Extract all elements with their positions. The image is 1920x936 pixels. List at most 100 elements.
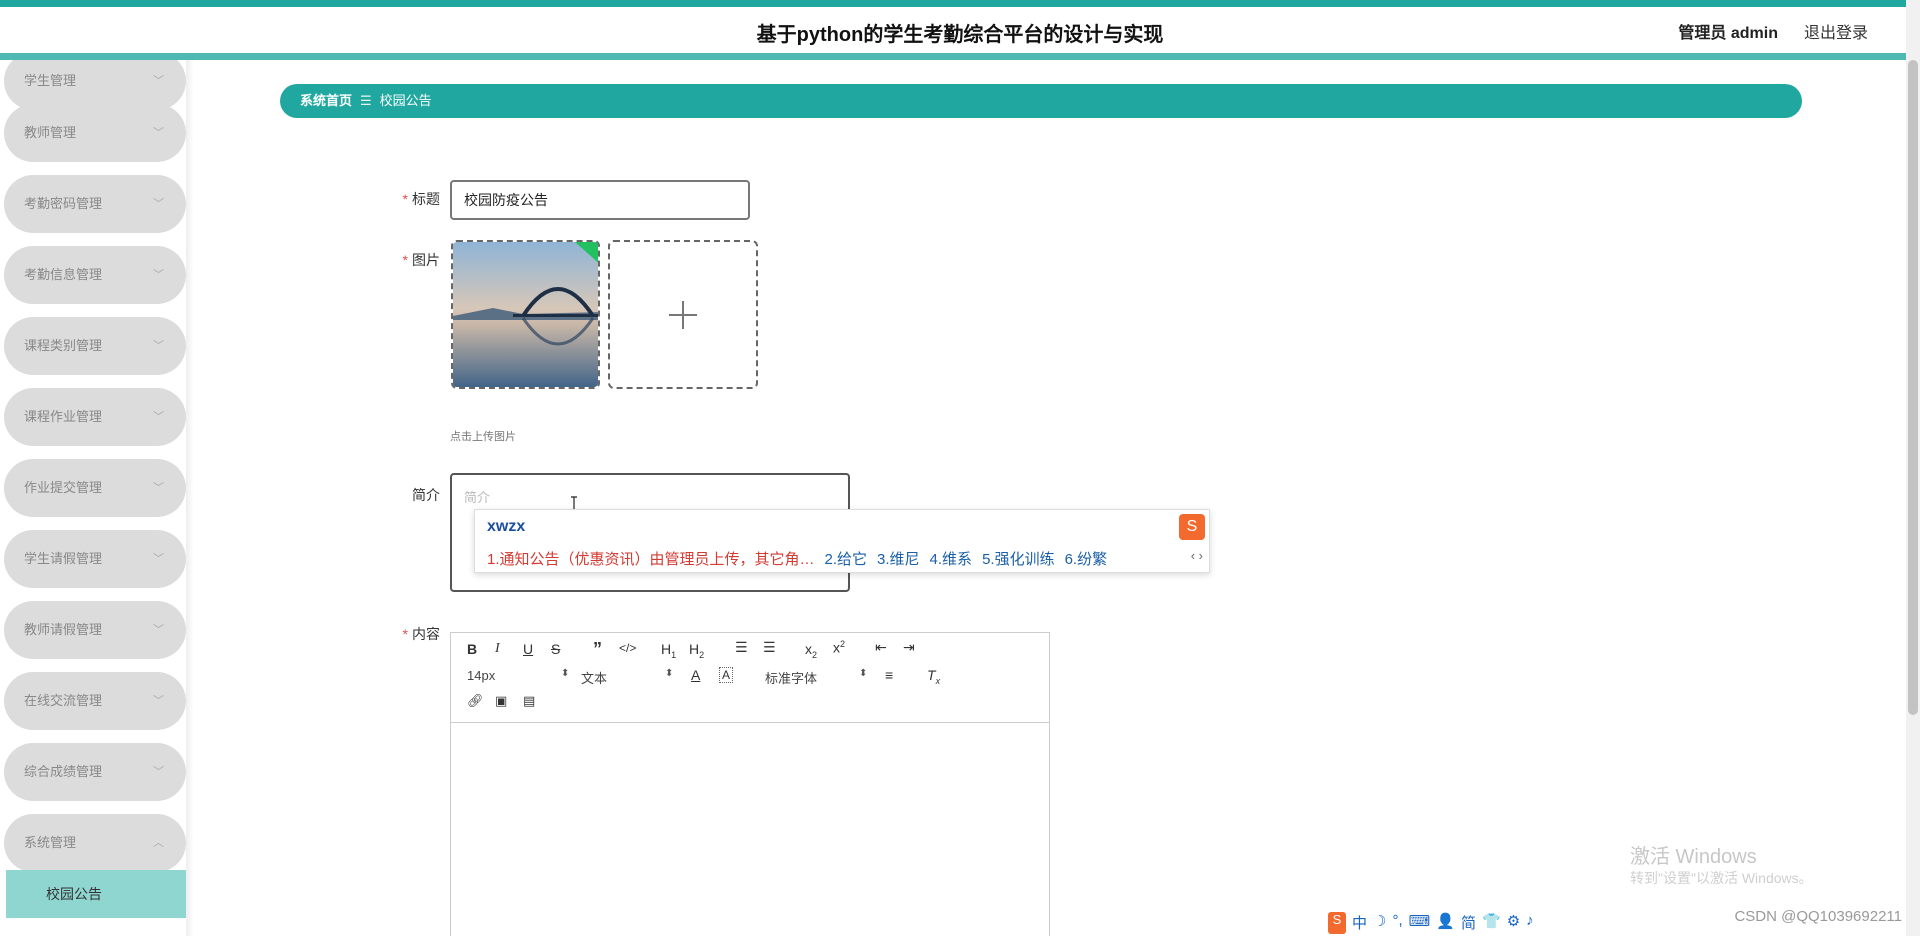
ime-mode-icon[interactable]: 中 [1352,912,1367,934]
title-label-text: 标题 [412,191,440,207]
font-family-select[interactable]: 标准字体 ⬍ [765,668,867,687]
settings-icon[interactable]: ⚙ [1507,912,1520,934]
ime-candidate[interactable]: 5.强化训练 [982,551,1055,568]
ime-candidate[interactable]: 6.纷繁 [1065,551,1108,568]
top-header: 基于python的学生考勤综合平台的设计与实现 管理员 admin 退出登录 [0,0,1920,60]
sidebar-item-label: 学生请假管理 [24,551,103,566]
chevron-down-icon: ﹀ [153,198,164,210]
editor-toolbar: B I U S ” </> H1 H2 ☰ ☰ x2 x2 ⇤ ⇥ 14px ⬍ … [451,633,1049,723]
select-arrows-icon: ⬍ [859,668,868,679]
ime-input-text: xwzx [487,518,526,535]
ime-candidate[interactable]: 4.维系 [930,551,973,568]
sidebar-item-course-homework[interactable]: 课程作业管理 ﹀ [4,388,186,446]
select-arrows-icon: ⬍ [665,668,674,679]
image-icon[interactable]: ▣ [495,693,507,709]
sidebar-item-course-category[interactable]: 课程类别管理 ﹀ [4,317,186,375]
required-mark: * [402,191,408,207]
font-color-icon[interactable]: A [691,667,700,683]
underline-icon[interactable]: U [523,641,533,657]
ime-candidate-popup: xwzx S 1.通知公告（优惠资讯）由管理员上传，其它角… 2.给它 3.维尼 4.… [474,509,1210,573]
moon-icon[interactable]: ☽ [1373,912,1386,934]
ime-page-arrows-icon[interactable]: ‹ › [1191,548,1203,563]
breadcrumb: 系统首页 ☰ 校园公告 [280,84,1802,118]
heading2-icon[interactable]: H2 [689,641,704,660]
blockquote-icon[interactable]: ” [593,639,602,660]
title-input[interactable]: 校园防疫公告 [450,180,750,220]
app-title: 基于python的学生考勤综合平台的设计与实现 [756,24,1164,46]
sidebar-item-system[interactable]: 系统管理 ︿ [4,814,186,872]
content-label: * 内容 [380,624,440,644]
user-icon[interactable]: 👤 [1436,912,1455,934]
punctuation-icon[interactable]: °, [1392,912,1402,934]
breadcrumb-separator-icon: ☰ [360,93,372,108]
sidebar-item-online-chat[interactable]: 在线交流管理 ﹀ [4,672,186,730]
text-type-select[interactable]: 文本 ⬍ [581,668,673,687]
ime-candidate[interactable]: 3.维尼 [877,551,920,568]
sogou-logo-icon[interactable]: S [1328,912,1346,934]
current-user: 管理员 admin [1678,25,1778,42]
chevron-down-icon: ﹀ [153,695,164,707]
font-family-value: 标准字体 [765,671,818,686]
indent-icon[interactable]: ⇥ [903,639,915,656]
strikethrough-icon[interactable]: S [551,641,560,657]
keyboard-icon[interactable]: ⌨ [1409,912,1431,934]
ordered-list-icon[interactable]: ☰ [735,639,748,656]
ime-candidate[interactable]: 1.通知公告（优惠资讯）由管理员上传，其它角… [487,551,815,568]
clear-format-icon[interactable]: Tx [927,667,940,686]
upload-image-button[interactable] [608,240,758,389]
tiktok-icon[interactable]: ♪ [1526,912,1534,934]
code-block-icon[interactable]: </> [619,641,636,655]
sidebar-item-label: 学生管理 [24,73,77,88]
outdent-icon[interactable]: ⇤ [875,639,887,656]
italic-icon[interactable]: I [495,641,500,657]
sidebar-item-label: 教师管理 [24,125,77,140]
video-icon[interactable]: ▤ [523,693,535,709]
page-scrollbar[interactable] [1906,0,1920,936]
sidebar-item-attendance-password[interactable]: 考勤密码管理 ﹀ [4,175,186,233]
chevron-down-icon: ﹀ [153,482,164,494]
bullet-list-icon[interactable]: ☰ [763,639,776,656]
heading1-icon[interactable]: H1 [661,641,676,660]
title-label: * 标题 [380,189,440,209]
sidebar-item-label: 系统管理 [24,835,77,850]
sidebar-item-scores[interactable]: 综合成绩管理 ﹀ [4,743,186,801]
bold-icon[interactable]: B [467,641,477,657]
sogou-ime-icon: S [1179,514,1205,540]
superscript-icon[interactable]: x2 [833,639,845,656]
intro-label-text: 简介 [412,487,440,503]
chevron-down-icon: ﹀ [153,624,164,636]
breadcrumb-current: 校园公告 [379,93,432,108]
sidebar-item-teacher-leave[interactable]: 教师请假管理 ﹀ [4,601,186,659]
ime-candidate[interactable]: 2.给它 [825,551,868,568]
chevron-down-icon: ﹀ [153,340,164,352]
font-size-value: 14px [467,668,496,683]
required-mark: * [402,626,408,642]
logout-button[interactable]: 退出登录 [1804,19,1868,43]
breadcrumb-home[interactable]: 系统首页 [300,93,352,108]
scrollbar-thumb[interactable] [1908,60,1918,715]
csdn-watermark: CSDN @QQ1039692211 [1734,908,1902,925]
font-size-select[interactable]: 14px ⬍ [467,668,569,683]
sidebar-item-label: 课程作业管理 [24,409,103,424]
sidebar-subitem-announcement[interactable]: 校园公告 [6,870,186,918]
editor-content-area[interactable] [451,723,1049,936]
link-icon[interactable]: 🔗︎ [467,693,484,709]
uploaded-image[interactable] [451,240,600,389]
chevron-down-icon: ﹀ [153,269,164,281]
select-arrows-icon: ⬍ [561,668,570,679]
sidebar-item-students[interactable]: 学生管理 ﹀ [4,60,186,110]
sidebar-item-student-leave[interactable]: 学生请假管理 ﹀ [4,530,186,588]
sidebar-item-teachers[interactable]: 教师管理 ﹀ [4,104,186,162]
image-label: * 图片 [380,250,440,270]
windows-activation-hint: 转到"设置"以激活 Windows。 [1630,870,1813,886]
subscript-icon[interactable]: x2 [805,641,817,660]
sidebar-item-label: 作业提交管理 [24,480,103,495]
chevron-down-icon: ﹀ [153,127,164,139]
image-label-text: 图片 [412,252,440,268]
align-icon[interactable]: ≡ [885,667,893,683]
sidebar-item-attendance-info[interactable]: 考勤信息管理 ﹀ [4,246,186,304]
simplified-icon[interactable]: 简 [1461,912,1476,934]
sidebar-item-homework-submit[interactable]: 作业提交管理 ﹀ [4,459,186,517]
background-color-icon[interactable]: A [719,667,734,683]
skin-icon[interactable]: 👕 [1482,912,1501,934]
